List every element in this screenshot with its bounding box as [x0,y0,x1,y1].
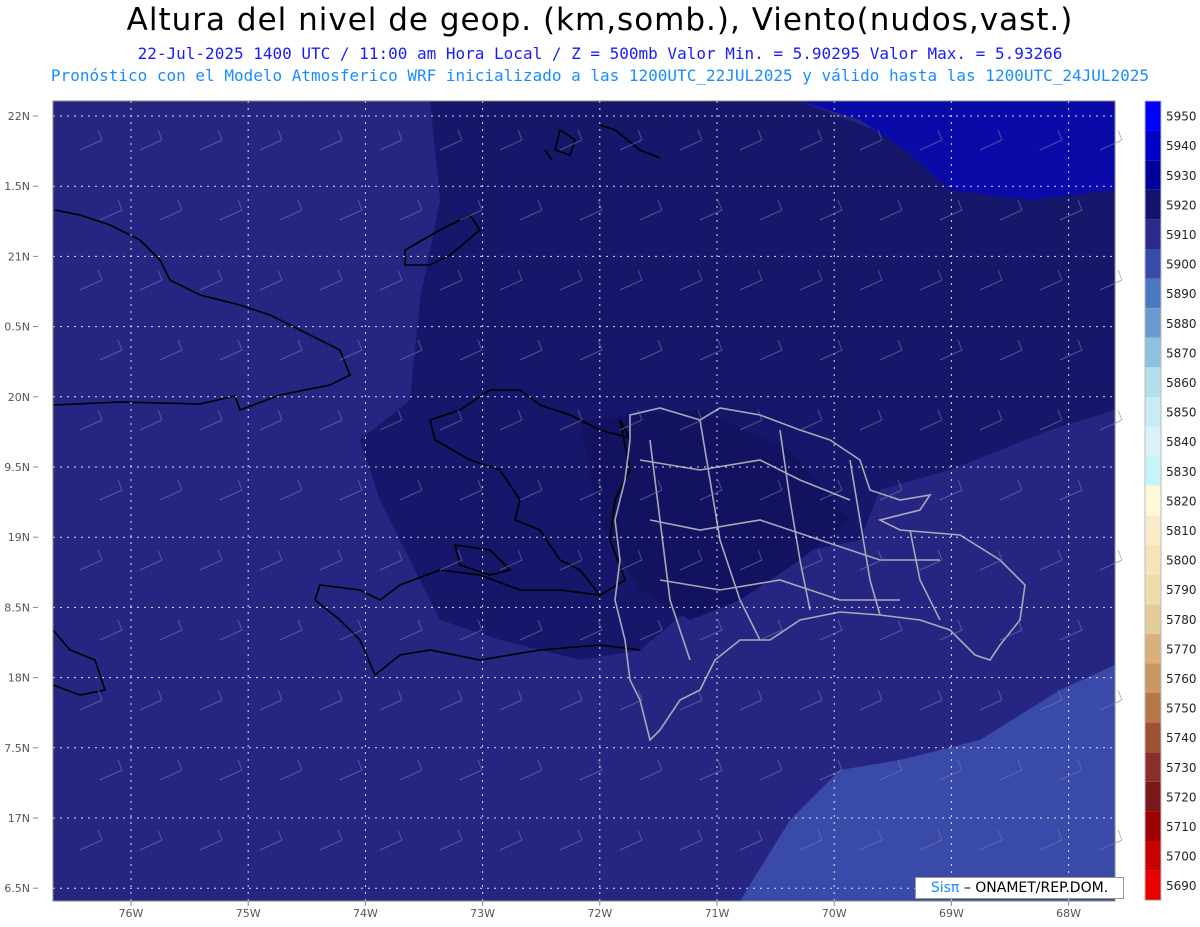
lon-label: 73W [470,907,495,920]
lat-label: 8.5N [4,601,30,614]
colorbar-swatch [1145,130,1161,161]
lat-label: 22N [8,110,30,123]
colorbar-swatch [1145,515,1161,545]
lon-label: 69W [939,907,964,920]
latitude-labels: 22N 1.5N 21N 0.5N 20N 9.5N 19N 8.5N 18N 7.5N 17N 6.… [4,110,38,895]
colorbar-swatch [1145,752,1161,782]
lon-label: 71W [705,907,730,920]
colorbar-label: 5740 [1166,731,1197,745]
colorbar-swatch [1145,722,1161,753]
colorbar-label: 5700 [1166,850,1197,864]
colorbar-label: 5840 [1166,435,1197,449]
colorbar-label: 5750 [1166,702,1197,716]
colorbar-label: 5940 [1166,139,1197,153]
lat-label: 19N [8,531,30,544]
longitude-labels: 76W 75W 74W 73W 72W 71W 70W 69W 68W [119,901,1081,920]
colorbar-label: 5930 [1166,169,1197,183]
colorbar-swatch [1145,781,1161,812]
geopotential-shading [53,101,1115,901]
colorbar-label: 5920 [1166,198,1197,212]
colorbar-swatch [1145,841,1161,871]
colorbar-swatch [1145,545,1161,575]
colorbar-label: 5860 [1166,376,1197,390]
colorbar-swatch [1145,397,1161,427]
colorbar-swatch [1145,308,1161,338]
colorbar-swatch [1145,367,1161,397]
colorbar-swatch [1145,426,1161,457]
lon-label: 76W [119,907,144,920]
lon-label: 72W [587,907,612,920]
colorbar-swatch [1145,811,1161,841]
colorbar-swatch [1145,633,1161,664]
colorbar-swatch [1145,574,1161,605]
lon-label: 70W [822,907,847,920]
colorbar-swatch [1145,870,1161,901]
colorbar-label: 5720 [1166,790,1197,804]
lat-label: 18N [8,672,30,685]
colorbar-label: 5770 [1166,642,1197,656]
colorbar-label: 5790 [1166,583,1197,597]
colorbar-swatch [1145,693,1161,723]
lat-label: 21N [8,250,30,263]
colorbar-swatch [1145,249,1161,279]
colorbar-swatch [1145,219,1161,249]
colorbar-swatch [1145,278,1161,309]
lat-label: 20N [8,391,30,404]
colorbar-label: 5870 [1166,346,1197,360]
colorbar-label: 5890 [1166,287,1197,301]
colorbar-label: 5880 [1166,317,1197,331]
lon-label: 74W [353,907,378,920]
credit-sis: Sisπ [930,880,960,896]
lat-label: 6.5N [4,882,30,895]
colorbar-label: 5810 [1166,524,1197,538]
colorbar-label: 5950 [1166,110,1197,124]
colorbar-swatch [1145,337,1161,368]
lon-label: 75W [236,907,261,920]
colorbar-label: 5830 [1166,465,1197,479]
colorbar-swatch [1145,101,1161,131]
lat-label: 7.5N [4,742,30,755]
lat-label: 9.5N [4,461,30,474]
lat-label: 17N [8,812,30,825]
colorbar-swatch [1145,485,1161,516]
colorbar-swatch [1145,189,1161,220]
colorbar-label: 5900 [1166,258,1197,272]
colorbar-swatch [1145,456,1161,486]
colorbar-swatch [1145,663,1161,693]
colorbar: 5950 5940 5930 5920 5910 5900 5890 5880 5870 5860… [1144,100,1197,901]
lat-label: 1.5N [4,180,30,193]
colorbar-label: 5850 [1166,406,1197,420]
colorbar-label: 5690 [1166,879,1197,893]
colorbar-label: 5760 [1166,672,1197,686]
colorbar-label: 5730 [1166,761,1197,775]
lat-label: 0.5N [4,321,30,334]
colorbar-swatch [1145,160,1161,190]
lon-label: 68W [1056,907,1081,920]
colorbar-label: 5780 [1166,613,1197,627]
credit-box: Sisπ – ONAMET/REP.DOM. [915,877,1124,899]
forecast-map: 22N 1.5N 21N 0.5N 20N 9.5N 19N 8.5N 18N 7.5N 17N 6.… [4,100,1197,920]
colorbar-label: 5820 [1166,494,1197,508]
colorbar-swatch [1145,604,1161,634]
credit-text: – ONAMET/REP.DOM. [963,880,1109,896]
colorbar-label: 5710 [1166,820,1197,834]
colorbar-label: 5910 [1166,228,1197,242]
colorbar-label: 5800 [1166,554,1197,568]
